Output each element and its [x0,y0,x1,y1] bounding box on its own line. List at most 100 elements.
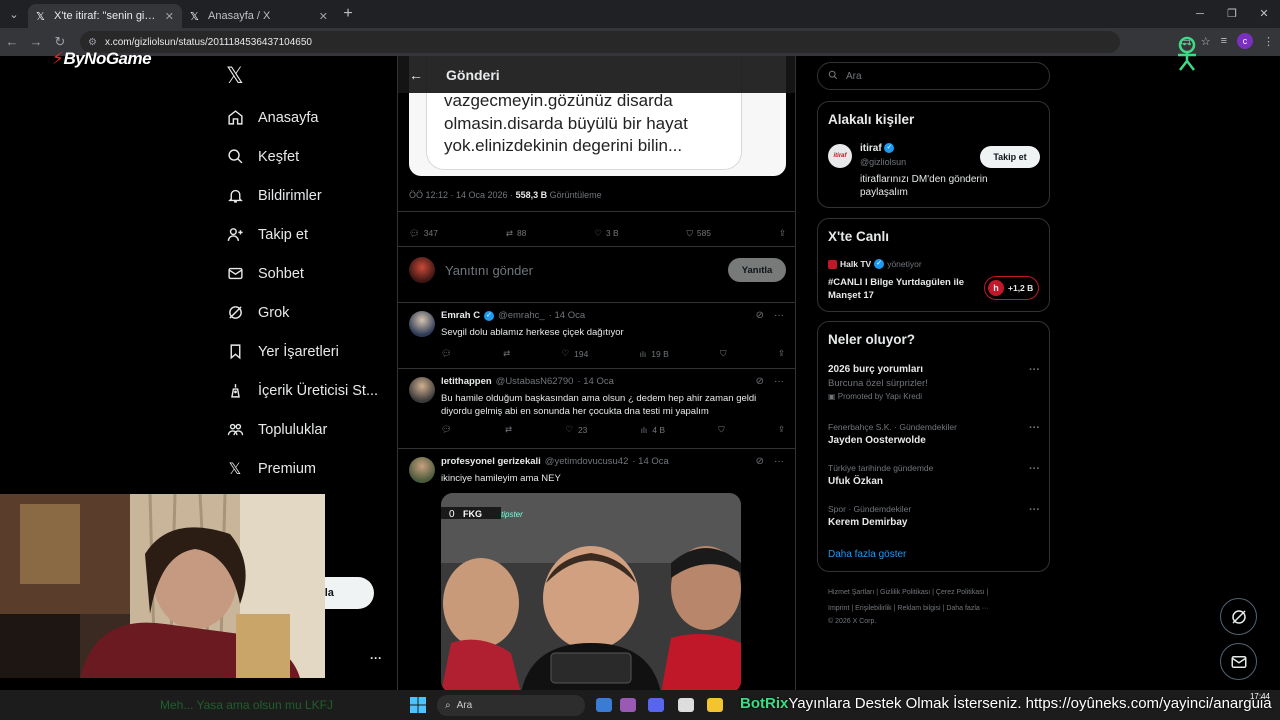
minimize-icon[interactable]: ─ [1184,0,1216,28]
more-icon[interactable]: ··· [774,456,784,467]
trend-item[interactable]: 2026 burç yorumları Burcuna özel sürpriz… [828,364,1040,401]
url-field[interactable]: ⚙ x.com/gizliolsun/status/20111845364371… [80,31,1120,53]
more-options-icon[interactable]: ··· [370,651,382,665]
bookmark-button[interactable]: ⛉ [720,348,726,359]
bookmark-button[interactable]: ⛉ 585 [686,228,711,239]
footer-link[interactable]: Imprint [828,605,849,612]
reply-tweet[interactable]: letithappen @UstabasN62790 · 14 Oca Bu h… [398,370,795,448]
sidebar-item-explore[interactable]: Keşfet [226,137,378,176]
related-handle[interactable]: @gizliolsun [860,157,906,167]
taskbar-search[interactable]: ⌕ Ara [437,695,585,716]
like-button[interactable]: ♡ 194 [562,348,589,359]
restore-icon[interactable]: ❐ [1216,0,1248,28]
show-more-link[interactable]: Daha fazla göster [828,549,906,560]
like-button[interactable]: ♡ 23 [565,424,587,435]
avatar[interactable] [409,457,435,483]
author-name[interactable]: Emrah C [441,310,480,321]
author-handle[interactable]: @emrahc_ [498,310,545,321]
related-name-row[interactable]: itiraf ✓ [860,143,895,154]
trend-item[interactable]: Spor · Gündemdekiler Kerem Demirbay ··· [828,504,1040,528]
views-button[interactable]: ılı 19 B [640,349,669,359]
app-icon[interactable] [620,698,636,712]
more-icon[interactable]: ··· [1029,364,1040,376]
sidebar-item-notifications[interactable]: Bildirimler [226,176,378,215]
new-tab-button[interactable]: + [336,5,360,23]
author-handle[interactable]: @UstabasN62790 [496,376,574,387]
reply-tweet[interactable]: Emrah C ✓ @emrahc_ · 14 Oca Sevgil dolu … [398,304,795,368]
reply-button[interactable]: 💬︎ 347 [409,228,438,239]
x-logo-icon[interactable]: 𝕏 [226,64,244,89]
more-icon[interactable]: ··· [774,376,784,387]
tweet-media[interactable]: 0 FKG tipster [441,493,741,690]
sidebar-item-premium[interactable]: 𝕏 Premium [226,449,378,488]
share-button[interactable]: ⇪ [779,228,786,239]
grok-icon[interactable]: ⊘ [756,456,764,467]
tweet-date[interactable]: · 14 Oca [632,456,668,467]
trend-item[interactable]: Fenerbahçe S.K. · Gündemdekiler Jayden O… [828,422,1040,446]
grok-icon[interactable]: ⊘ [756,376,764,387]
search-input[interactable]: Ara [817,62,1050,90]
sidebar-item-follow[interactable]: Takip et [226,215,378,254]
footer-link[interactable]: Hizmet Şartları [828,589,874,596]
sidebar-item-home[interactable]: Anasayfa [226,98,378,137]
folder-icon[interactable] [707,698,723,712]
avatar[interactable]: itiraf [828,144,852,168]
close-tab-icon[interactable]: ✕ [319,10,328,23]
reply-input[interactable]: Yanıtını gönder [445,263,728,278]
more-icon[interactable]: ··· [1029,504,1040,516]
sidebar-item-communities[interactable]: Topluluklar [226,410,378,449]
tab-active[interactable]: 𝕏 X'te itiraf: "senin gibi iyi insanla ✕ [28,4,182,28]
app-icon[interactable] [678,698,694,712]
author-name[interactable]: profesyonel gerizekali [441,456,541,467]
sidebar-item-chat[interactable]: Sohbet [226,254,378,293]
reply-button[interactable]: 💬︎ [441,348,452,359]
reply-submit-button[interactable]: Yanıtla [728,258,786,282]
profile-avatar[interactable]: c [1237,33,1253,49]
share-button[interactable]: ⇪ [778,424,785,435]
star-icon[interactable]: ☆ [1201,35,1211,48]
footer-link[interactable]: Reklam bilgisi [897,605,940,612]
app-icon[interactable] [648,698,664,712]
forward-icon[interactable]: → [24,28,48,56]
follow-button[interactable]: Takip et [980,146,1040,168]
share-button[interactable]: ⇪ [778,348,785,359]
avatar[interactable] [409,311,435,337]
repost-button[interactable]: ⇄ [505,424,512,435]
reply-tweet[interactable]: profesyonel gerizekali @yetimdovucusu42 … [398,450,795,690]
messages-fab[interactable] [1220,643,1257,680]
more-icon[interactable]: ··· [1029,422,1040,434]
views-button[interactable]: ılı 4 B [641,425,665,435]
post-time[interactable]: ÖÖ 12:12 · 14 Oca 2026 · [409,190,513,200]
avatar[interactable] [409,377,435,403]
app-icon[interactable] [596,698,612,712]
footer-link[interactable]: Daha fazla ··· [946,605,988,612]
more-icon[interactable]: ··· [1029,463,1040,475]
author-name[interactable]: letithappen [441,376,492,387]
trend-item[interactable]: Türkiye tarihinde gündemde Ufuk Özkan ··… [828,463,1040,487]
back-icon[interactable]: ← [0,28,24,56]
close-window-icon[interactable]: ✕ [1248,0,1280,28]
footer-link[interactable]: Çerez Politikası [936,589,985,596]
sidebar-item-creator-studio[interactable]: İçerik Üreticisi St... [226,371,378,410]
author-handle[interactable]: @yetimdovucusu42 [545,456,629,467]
grok-icon[interactable]: ⊘ [756,310,764,321]
like-button[interactable]: ♡ 3 B [594,228,618,239]
tweet-date[interactable]: · 14 Oca [577,376,613,387]
footer-link[interactable]: Gizlilik Politikası [880,589,930,596]
repost-button[interactable]: ⇄ 88 [506,228,527,239]
site-info-icon[interactable]: ⚙ [88,37,97,48]
menu-icon[interactable]: ⋮ [1263,35,1274,48]
sidebar-item-grok[interactable]: Grok [226,293,378,332]
close-tab-icon[interactable]: ✕ [165,10,174,23]
sidebar-item-bookmarks[interactable]: Yer İşaretleri [226,332,378,371]
media-icon[interactable]: ≡ [1221,35,1227,47]
tweet-date[interactable]: · 14 Oca [549,310,585,321]
live-host-row[interactable]: Halk TV ✓ yönetiyor [828,259,922,269]
grok-fab[interactable] [1220,598,1257,635]
back-arrow-icon[interactable]: ← [398,67,434,83]
footer-link[interactable]: Erişilebilirlik [855,605,892,612]
more-icon[interactable]: ··· [774,310,784,321]
tab-inactive[interactable]: 𝕏 Anasayfa / X ✕ [182,4,336,28]
tab-search-button[interactable]: ⌄ [0,0,28,28]
taskbar-clock[interactable]: 17:44 [1250,692,1270,702]
